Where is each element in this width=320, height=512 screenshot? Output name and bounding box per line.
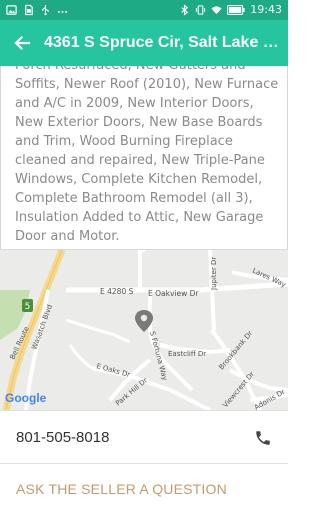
call-button[interactable]: [250, 425, 276, 451]
bluetooth-icon: [181, 4, 189, 16]
map-label-oakview: E Oakview Dr: [148, 289, 199, 298]
wifi-icon: [211, 6, 222, 15]
map-label-eastcliff: Eastcliff Dr: [168, 350, 206, 358]
status-bar: 19:43: [0, 0, 288, 20]
image-icon: [6, 5, 17, 15]
page-title: 4361 S Spruce Cir, Salt Lake City, UT: [44, 34, 288, 51]
description-card[interactable]: Porch Resurfaced, New Gutters and Soffit…: [0, 66, 288, 250]
ask-seller-button[interactable]: ASK THE SELLER A QUESTION: [16, 481, 227, 497]
sim-icon: [25, 4, 33, 16]
phone-row[interactable]: 801-505-8018: [0, 410, 288, 464]
map-label-e4280: E 4280 S: [100, 287, 134, 296]
back-button[interactable]: [8, 29, 36, 57]
phone-number: 801-505-8018: [16, 429, 110, 446]
battery-icon: [227, 5, 245, 15]
ask-row: ASK THE SELLER A QUESTION: [0, 464, 288, 512]
status-time: 19:43: [250, 3, 282, 16]
map-view[interactable]: 5 E 4280 S E Oakview Dr Jupiter Dr Lares…: [0, 250, 288, 410]
usb-icon: [42, 4, 49, 16]
status-left-icons: [6, 3, 68, 17]
app-bar: 4361 S Spruce Cir, Salt Lake City, UT: [0, 20, 288, 66]
map-label-jupiter: Jupiter Dr: [210, 257, 218, 291]
status-right-icons: 19:43: [179, 3, 282, 17]
route-shield-number: 5: [25, 302, 31, 312]
vibrate-icon: [196, 5, 206, 15]
more-icon: [57, 10, 68, 13]
arrow-left-icon: [14, 35, 31, 51]
google-logo: Google: [5, 391, 47, 405]
description-text: Porch Resurfaced, New Gutters and Soffit…: [15, 66, 279, 244]
phone-icon: [256, 431, 270, 445]
